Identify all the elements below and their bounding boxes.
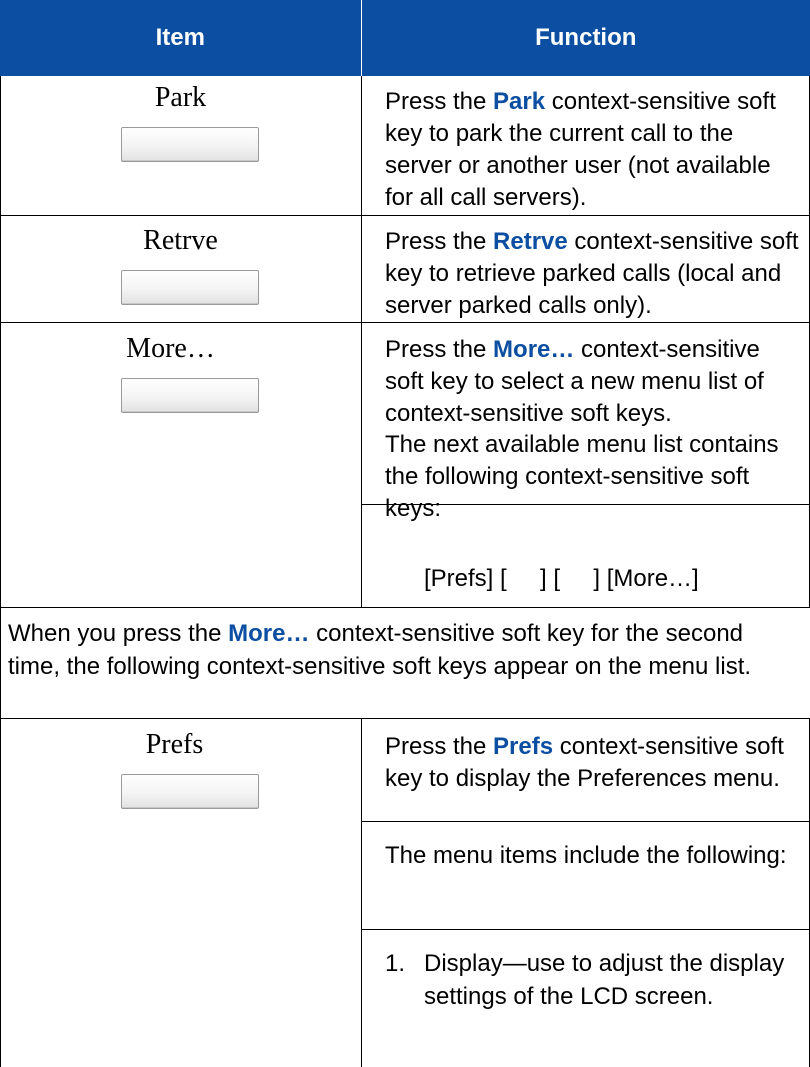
more-next-keys-list: [Prefs] [ ] [ ] [More…] [424,565,699,592]
row-divider [0,718,810,719]
softkey-label-prefs: Prefs [145,729,204,760]
column-header-function: Function [360,0,810,76]
column-divider-top [361,76,362,608]
park-softkey-button[interactable] [121,127,259,162]
park-description: Press the Park context-sensitive soft ke… [385,88,776,211]
prefs-menu-items-intro: The menu items include the following: [385,842,787,869]
softkey-label-park: Park [154,82,207,113]
cell-divider [361,821,810,822]
list-item-text: Display—use to adjust the display settin… [424,950,785,1010]
column-header-item: Item [0,0,361,76]
more-description: Press the More… context-sensitive soft k… [385,336,764,427]
softkey-label-more: More… [126,333,215,364]
row-divider [0,322,810,323]
more-softkey-button[interactable] [121,378,259,413]
second-press-note: When you press the More… context-sensiti… [8,620,752,680]
page: Item Function Park Press the Park contex… [0,0,810,1067]
column-divider-bottom [361,718,362,1067]
prefs-description: Press the Prefs context-sensitive soft k… [385,733,784,792]
table-header: Item Function [0,0,810,76]
prefs-softkey-button[interactable] [121,774,259,809]
retrve-description: Press the Retrve context-sensitive soft … [385,228,799,319]
more-next-menu-description: The next available menu list contains th… [385,431,779,522]
retrve-softkey-button[interactable] [121,270,259,305]
row-divider [0,607,810,608]
cell-divider [361,929,810,930]
list-item-number: 1. [385,950,406,977]
row-divider [0,215,810,216]
softkey-label-retrve: Retrve [143,225,218,256]
